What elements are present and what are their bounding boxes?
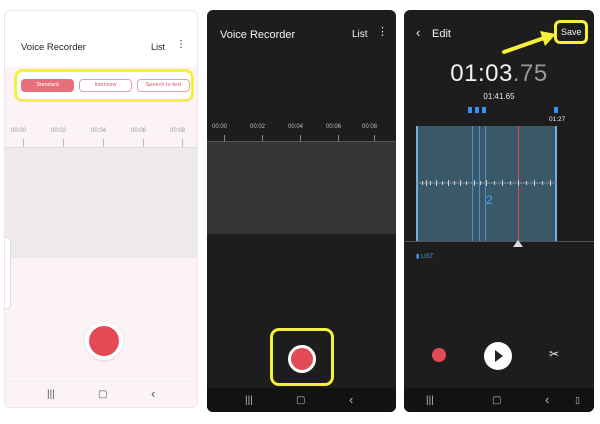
bookmark-icon[interactable] — [554, 107, 558, 113]
mode-selector-highlight: Standard Interview Speech-to-text — [14, 69, 194, 102]
tick-label: 00:00 — [11, 128, 27, 134]
tick-mark — [143, 139, 144, 147]
scissors-icon[interactable]: ✂ — [549, 347, 559, 361]
home-icon[interactable]: ▢ — [296, 395, 305, 406]
record-button[interactable] — [288, 345, 316, 373]
tick-mark — [63, 139, 64, 147]
app-title: Voice Recorder — [21, 42, 86, 53]
segment-number: 2 — [486, 193, 493, 207]
waveform-area — [207, 142, 396, 234]
tick-mark — [103, 139, 104, 147]
back-icon[interactable]: ‹ — [545, 392, 549, 407]
bookmark-icon[interactable] — [482, 107, 486, 113]
waveform-area — [5, 148, 197, 258]
back-icon[interactable]: ‹ — [151, 386, 155, 401]
total-time: 01:41.65 — [483, 92, 515, 101]
phone-screen-dark: Voice Recorder List ⋮ 00:00 00:02 00:04 … — [207, 10, 396, 412]
more-vertical-icon[interactable]: ⋮ — [377, 27, 388, 38]
mode-interview-button[interactable]: Interview — [79, 79, 132, 92]
screenshot-composite: Voice Recorder List ⋮ Standard Interview… — [0, 0, 600, 424]
tick-label: 00:00 — [212, 124, 228, 130]
play-button[interactable] — [484, 342, 512, 370]
playhead-indicator-icon[interactable] — [513, 240, 523, 247]
system-nav-bar: ||| ▢ ‹ — [5, 381, 197, 407]
edit-title: Edit — [432, 28, 451, 40]
bookmark-list-label: LIST — [420, 254, 434, 260]
record-button[interactable] — [432, 348, 446, 362]
save-button[interactable]: Save — [561, 27, 582, 37]
elapsed-time: 01:03.75 — [404, 60, 594, 88]
more-vertical-icon[interactable]: ⋮ — [176, 40, 186, 50]
phone-screen-light: Voice Recorder List ⋮ Standard Interview… — [4, 10, 198, 408]
side-handle[interactable] — [5, 237, 11, 309]
selection-end-time: 01:27 — [549, 116, 566, 123]
recent-apps-icon[interactable]: ||| — [47, 389, 55, 400]
annotation-arrow-icon — [502, 31, 556, 54]
elapsed-time-fraction: .75 — [512, 60, 548, 87]
bookmark-list-link[interactable]: ▮ LIST — [416, 253, 434, 260]
record-button[interactable] — [89, 326, 119, 356]
tick-label: 00:04 — [91, 128, 107, 134]
timeline-ruler: 00:00 00:02 00:04 00:06 00:08 — [5, 126, 197, 148]
system-nav-bar: ||| ▢ ‹ — [207, 388, 396, 412]
back-icon[interactable]: ‹ — [349, 392, 353, 407]
home-icon[interactable]: ▢ — [492, 395, 501, 406]
tick-label: 00:06 — [326, 124, 342, 130]
app-header — [5, 11, 197, 67]
tick-label: 00:06 — [131, 128, 147, 134]
phone-screen-edit: ‹ Edit Save 01:03.75 01:41.65 01:27 2 ▮ … — [404, 10, 594, 412]
screen-rotate-icon[interactable]: ▯ — [575, 395, 580, 406]
tick-mark — [182, 139, 183, 147]
tick-mark — [23, 139, 24, 147]
waveform — [416, 180, 557, 186]
bookmark-icon[interactable] — [468, 107, 472, 113]
app-title: Voice Recorder — [220, 29, 296, 41]
list-button[interactable]: List — [352, 29, 368, 40]
back-icon[interactable]: ‹ — [416, 25, 420, 40]
mode-standard-button[interactable]: Standard — [21, 79, 74, 92]
tick-label: 00:02 — [51, 128, 67, 134]
mode-speech-to-text-button[interactable]: Speech-to-text — [137, 79, 190, 92]
elapsed-time-main: 01:03 — [450, 60, 513, 87]
recent-apps-icon[interactable]: ||| — [245, 395, 253, 406]
system-nav-bar: ||| ▢ ‹ ▯ — [404, 388, 594, 412]
bookmark-icon[interactable] — [475, 107, 479, 113]
recent-apps-icon[interactable]: ||| — [426, 395, 434, 406]
tick-label: 00:02 — [250, 124, 266, 130]
list-button[interactable]: List — [151, 42, 165, 52]
timeline-baseline — [404, 241, 594, 242]
tick-label: 00:08 — [362, 124, 378, 130]
tick-label: 00:04 — [288, 124, 304, 130]
home-icon[interactable]: ▢ — [98, 389, 107, 400]
tick-label: 00:08 — [170, 128, 186, 134]
